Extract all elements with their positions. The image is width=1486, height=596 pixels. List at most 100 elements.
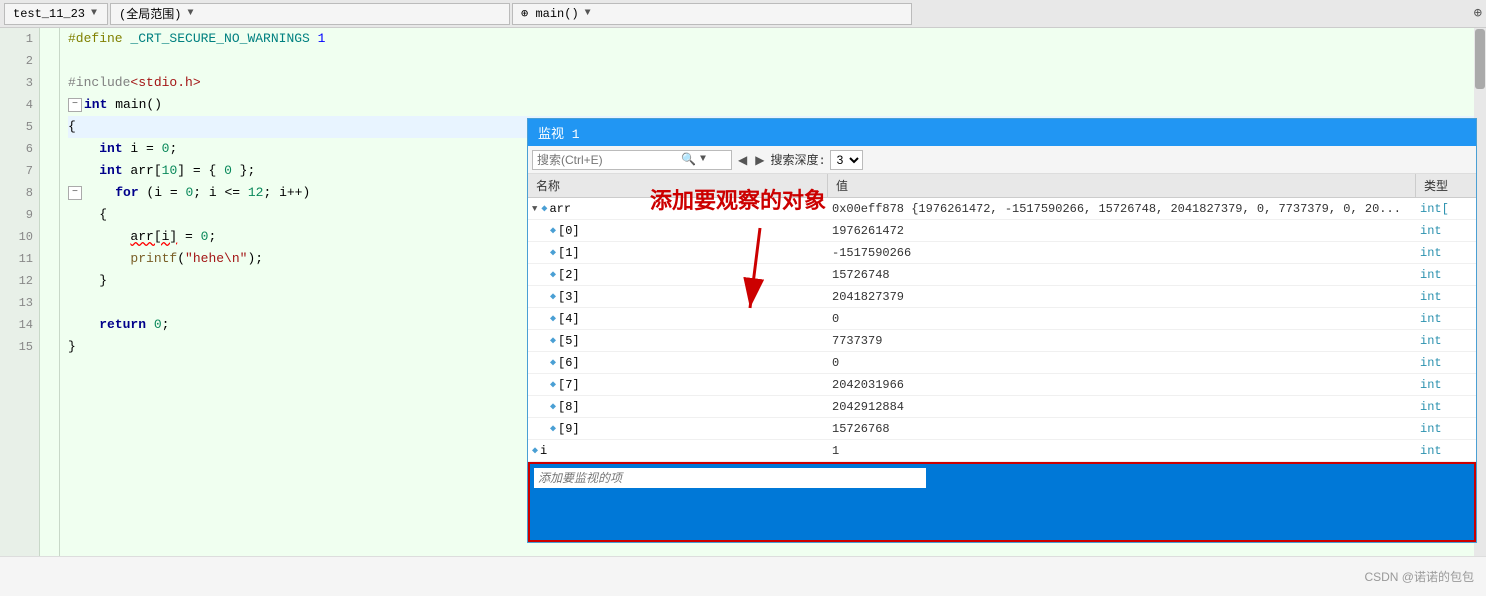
item-6-name: [6] xyxy=(558,356,580,370)
watermark: CSDN @诺诺的包包 xyxy=(1364,568,1474,585)
item-8-value: 2042912884 xyxy=(828,400,1416,414)
watch-row-0[interactable]: ◆ [0] 1976261472 int xyxy=(528,220,1476,242)
item-3-name: [3] xyxy=(558,290,580,304)
col-header-type: 类型 xyxy=(1416,174,1476,197)
item-1-icon: ◆ xyxy=(550,247,556,259)
line-5: 5 ▶ xyxy=(0,116,39,138)
item-2-value: 15726748 xyxy=(828,268,1416,282)
col-header-value: 值 xyxy=(828,174,1416,197)
watch-row-8[interactable]: ◆ [8] 2042912884 int xyxy=(528,396,1476,418)
collapse-8[interactable]: − xyxy=(68,186,82,200)
watch-table-header: 名称 值 类型 xyxy=(528,174,1476,198)
item-7-name: [7] xyxy=(558,378,580,392)
item-7-icon: ◆ xyxy=(550,379,556,391)
watch-row-9[interactable]: ◆ [9] 15726768 int xyxy=(528,418,1476,440)
watch-row-7[interactable]: ◆ [7] 2042031966 int xyxy=(528,374,1476,396)
add-item-row[interactable] xyxy=(528,462,1476,542)
arr-name: arr xyxy=(549,202,571,216)
item-5-value: 7737379 xyxy=(828,334,1416,348)
line-3: 3 xyxy=(0,72,39,94)
item-4-value: 0 xyxy=(828,312,1416,326)
watch-table: 名称 值 类型 ▼ ◆ arr 0x00eff878 {1976261472, … xyxy=(528,174,1476,542)
item-4-name: [4] xyxy=(558,312,580,326)
watch-window: 监视 1 🔍 ▼ ◀ ▶ 搜索深度: 3 1 2 4 5 xyxy=(527,118,1477,543)
watch-depth-label: 搜索深度: xyxy=(770,151,825,168)
item-9-icon: ◆ xyxy=(550,423,556,435)
item-8-icon: ◆ xyxy=(550,401,556,413)
main-container: test_11_23 ▼ (全局范围) ▼ ⊕ main() ▼ ⊕ 1 2 3… xyxy=(0,0,1486,596)
watch-row-4[interactable]: ◆ [4] 0 int xyxy=(528,308,1476,330)
item-0-type: int xyxy=(1416,224,1476,238)
code-line-1: #define _CRT_SECURE_NO_WARNINGS 1 xyxy=(68,28,1486,50)
item-8-name: [8] xyxy=(558,400,580,414)
arr-value-cell: 0x00eff878 {1976261472, -1517590266, 157… xyxy=(828,202,1416,216)
item-5-name: [5] xyxy=(558,334,580,348)
file-label: test_11_23 xyxy=(13,7,85,21)
watch-row-5[interactable]: ◆ [5] 7737379 int xyxy=(528,330,1476,352)
editor-area: 1 2 3 4 5 ▶ 6 7 8 9 10 11 12 13 14 15 #d… xyxy=(0,28,1486,556)
item-1-type: int xyxy=(1416,246,1476,260)
line-14: 14 xyxy=(0,314,39,336)
collapse-4[interactable]: − xyxy=(68,98,82,112)
func-selector[interactable]: ⊕ main() ▼ xyxy=(512,3,912,25)
watch-row-3[interactable]: ◆ [3] 2041827379 int xyxy=(528,286,1476,308)
item-9-type: int xyxy=(1416,422,1476,436)
line-gutter: 1 2 3 4 5 ▶ 6 7 8 9 10 11 12 13 14 15 xyxy=(0,28,40,556)
line-6: 6 xyxy=(0,138,39,160)
scope-selector[interactable]: (全局范围) ▼ xyxy=(110,3,510,25)
item-3-value: 2041827379 xyxy=(828,290,1416,304)
item-0-value: 1976261472 xyxy=(828,224,1416,238)
line-4: 4 xyxy=(0,94,39,116)
bottom-bar: CSDN @诺诺的包包 xyxy=(0,556,1486,596)
line-9: 9 xyxy=(0,204,39,226)
arr-type-cell: int[ xyxy=(1416,202,1476,216)
line-1: 1 xyxy=(0,28,39,50)
i-name: i xyxy=(540,444,547,458)
item-6-value: 0 xyxy=(828,356,1416,370)
file-dropdown-arrow: ▼ xyxy=(89,8,99,19)
watch-search-input[interactable] xyxy=(537,153,677,167)
line-11: 11 xyxy=(0,248,39,270)
item-4-icon: ◆ xyxy=(550,313,556,325)
code-line-3: #include<stdio.h> xyxy=(68,72,1486,94)
line-12: 12 xyxy=(0,270,39,292)
arr-expand-arrow[interactable]: ▼ xyxy=(532,204,537,214)
item-2-icon: ◆ xyxy=(550,269,556,281)
scope-dropdown-arrow: ▼ xyxy=(185,8,195,19)
item-3-icon: ◆ xyxy=(550,291,556,303)
watch-title-bar: 监视 1 xyxy=(528,119,1476,146)
watch-row-1[interactable]: ◆ [1] -1517590266 int xyxy=(528,242,1476,264)
add-item-input[interactable] xyxy=(534,468,926,488)
watch-depth-select[interactable]: 3 1 2 4 5 xyxy=(830,150,863,170)
watch-toolbar: 🔍 ▼ ◀ ▶ 搜索深度: 3 1 2 4 5 xyxy=(528,146,1476,174)
func-dropdown-arrow: ▼ xyxy=(583,8,593,19)
pin-button[interactable]: ⊕ xyxy=(1474,5,1482,22)
file-selector[interactable]: test_11_23 ▼ xyxy=(4,3,108,25)
col-header-name: 名称 xyxy=(528,174,828,197)
scrollbar-thumb[interactable] xyxy=(1475,29,1485,89)
i-value: 1 xyxy=(828,444,1416,458)
top-bar: test_11_23 ▼ (全局范围) ▼ ⊕ main() ▼ ⊕ xyxy=(0,0,1486,28)
watch-search-box: 🔍 ▼ xyxy=(532,150,732,170)
item-0-name: [0] xyxy=(558,224,580,238)
watch-row-arr[interactable]: ▼ ◆ arr 0x00eff878 {1976261472, -1517590… xyxy=(528,198,1476,220)
code-line-2 xyxy=(68,50,1486,72)
watch-rows: ▼ ◆ arr 0x00eff878 {1976261472, -1517590… xyxy=(528,198,1476,542)
watch-forward-btn[interactable]: ▶ xyxy=(753,153,766,167)
watch-row-6[interactable]: ◆ [6] 0 int xyxy=(528,352,1476,374)
item-0-icon: ◆ xyxy=(550,225,556,237)
item-2-type: int xyxy=(1416,268,1476,282)
item-4-type: int xyxy=(1416,312,1476,326)
watch-row-2[interactable]: ◆ [2] 15726748 int xyxy=(528,264,1476,286)
watch-row-i[interactable]: ◆ i 1 int xyxy=(528,440,1476,462)
item-7-type: int xyxy=(1416,378,1476,392)
line-7: 7 xyxy=(0,160,39,182)
search-icon: 🔍 xyxy=(681,152,696,167)
watch-back-btn[interactable]: ◀ xyxy=(736,153,749,167)
code-line-4: − int main() xyxy=(68,94,1486,116)
watch-title: 监视 1 xyxy=(538,123,580,142)
line-13: 13 xyxy=(0,292,39,314)
item-6-icon: ◆ xyxy=(550,357,556,369)
item-2-name: [2] xyxy=(558,268,580,282)
line-2: 2 xyxy=(0,50,39,72)
